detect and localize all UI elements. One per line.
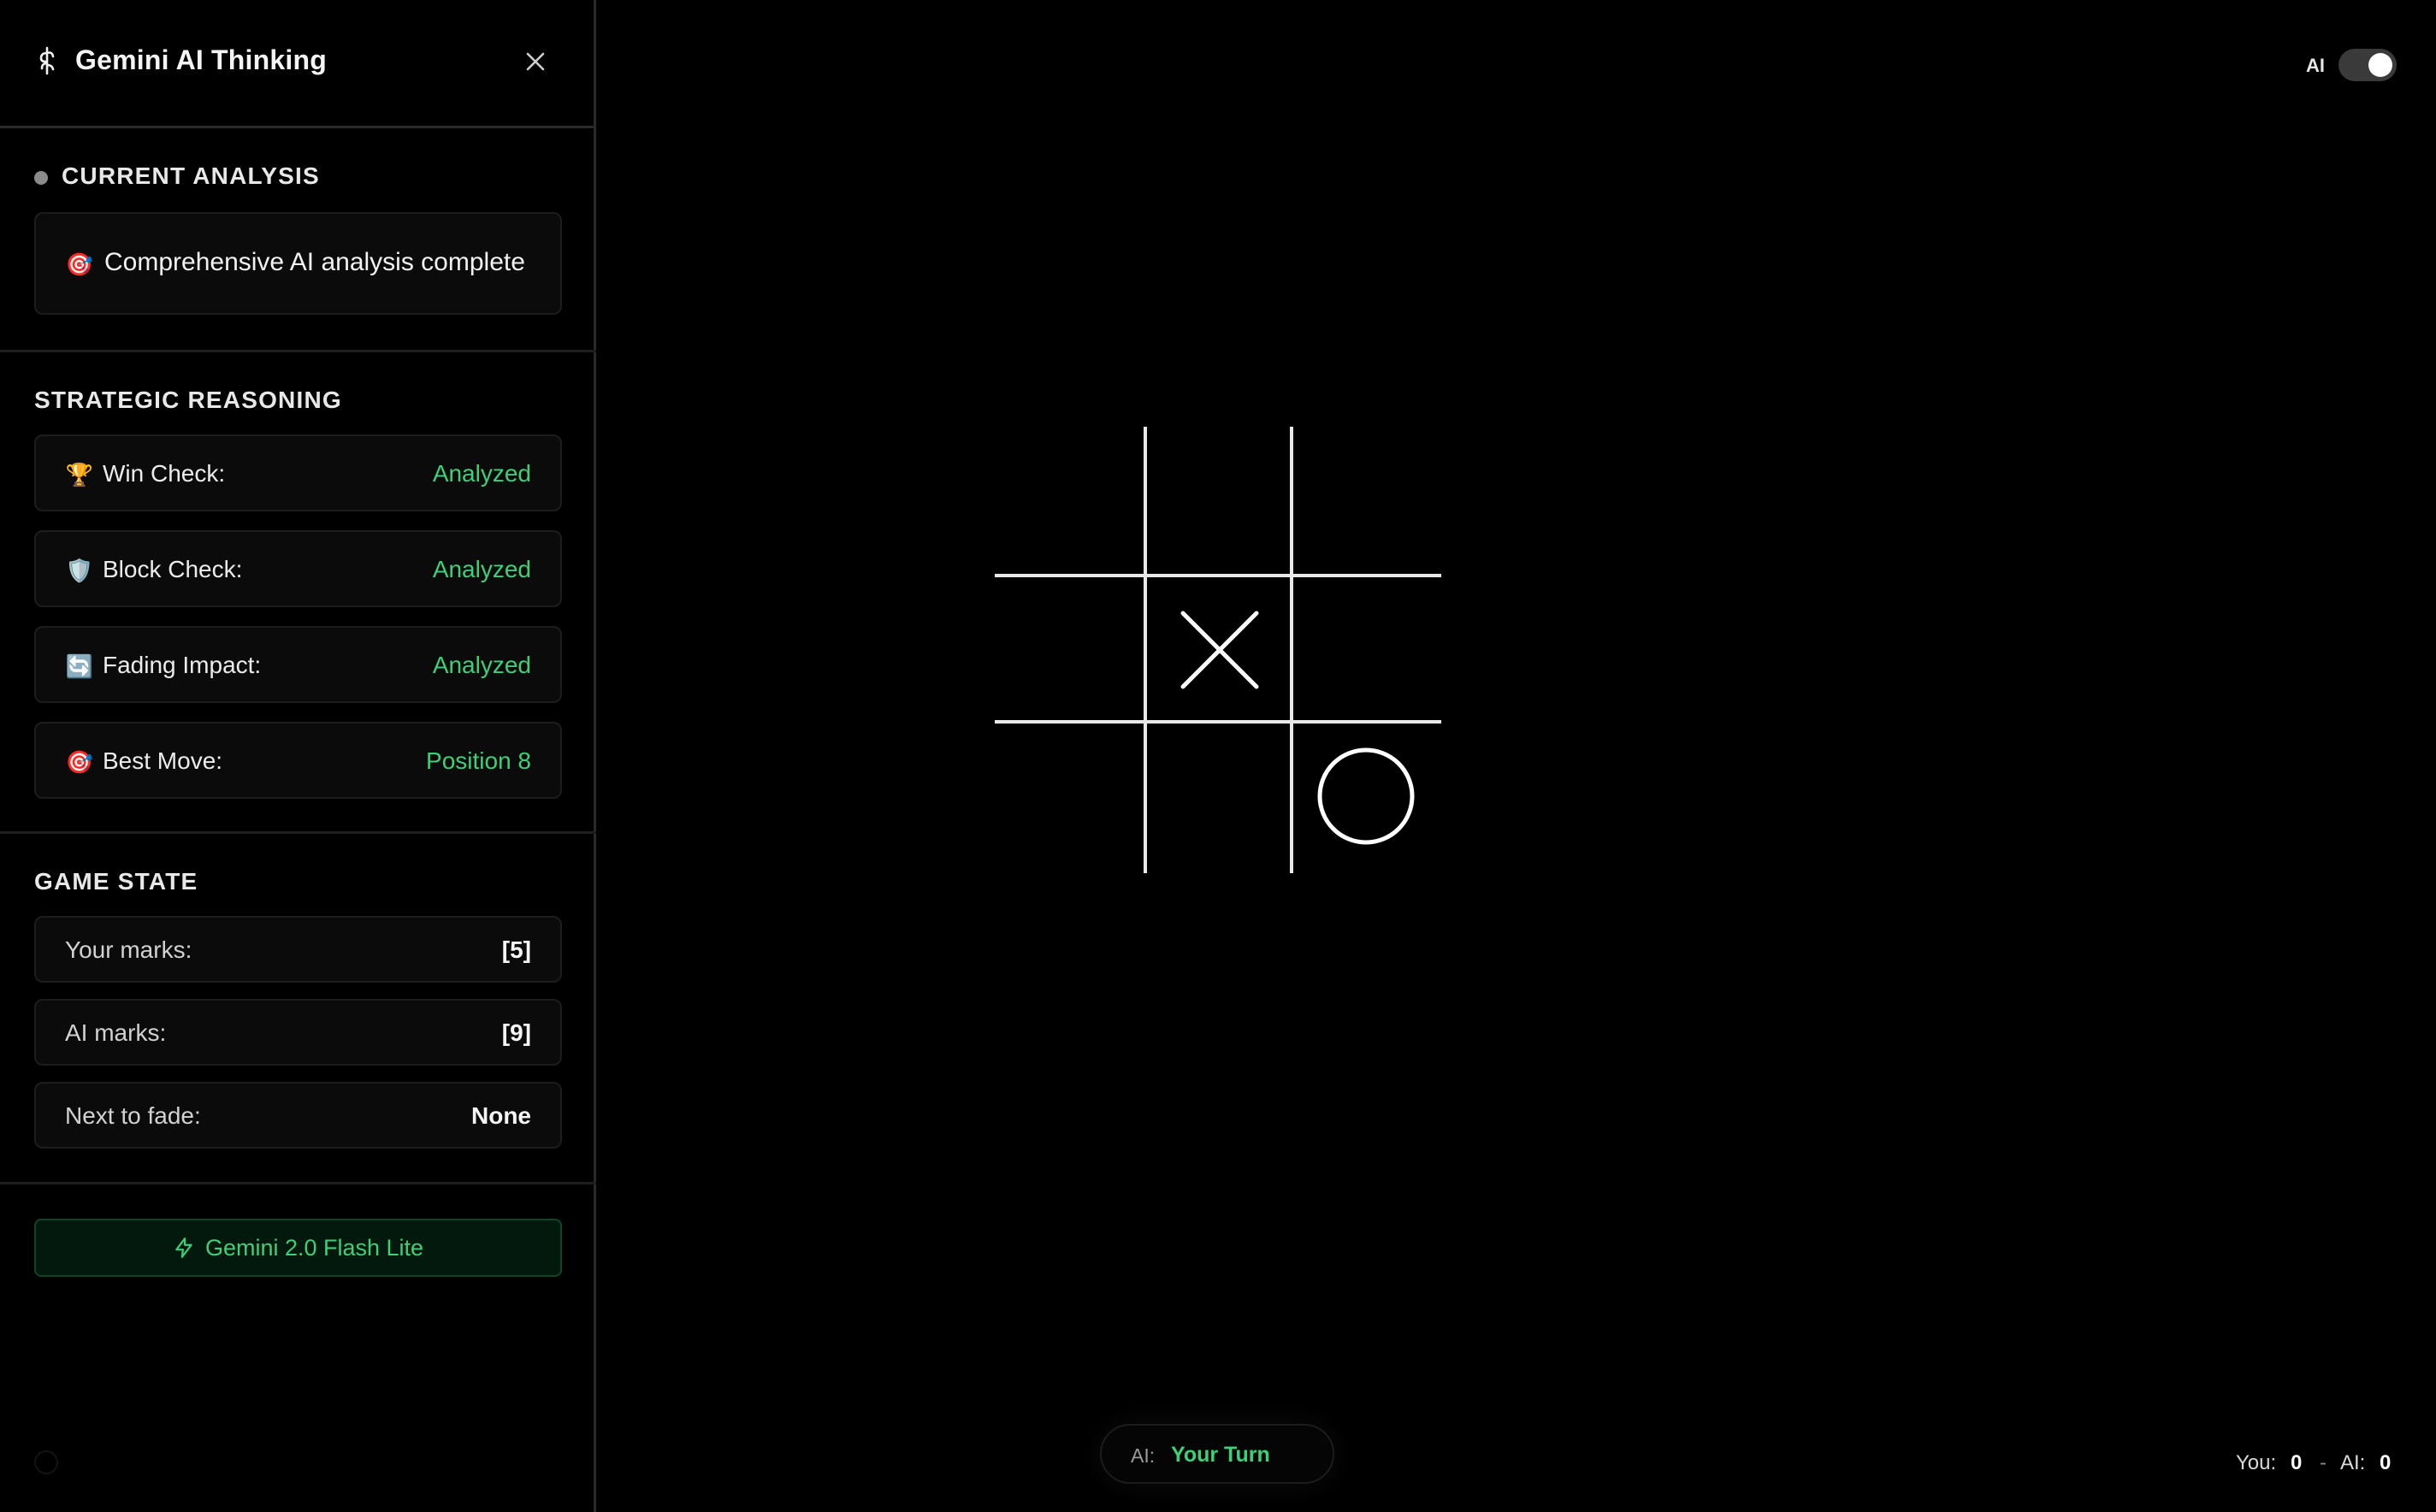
board-cell-1[interactable] [1147, 428, 1292, 574]
reasoning-value: Analyzed [432, 460, 531, 487]
current-analysis-section: CURRENT ANALYSIS 🎯 Comprehensive AI anal… [0, 128, 596, 352]
board-cell-0[interactable] [996, 428, 1142, 574]
reasoning-value: Analyzed [432, 556, 531, 582]
score-ai-value: 0 [2380, 1451, 2392, 1474]
game-state-value: [9] [501, 1019, 531, 1046]
board-cell-6[interactable] [996, 724, 1142, 869]
board-cell-2[interactable] [1294, 428, 1440, 574]
board-cell-3[interactable] [996, 577, 1142, 723]
reasoning-item-win-check: 🏆 Win Check: Analyzed [34, 434, 562, 511]
ai-thinking-sidebar: Gemini AI Thinking CURRENT ANALYSIS 🎯 Co… [0, 0, 596, 1512]
reasoning-item-block-check: 🛡️ Block Check: Analyzed [34, 530, 562, 607]
model-button[interactable]: Gemini 2.0 Flash Lite [34, 1219, 562, 1277]
faint-indicator-icon [34, 1450, 58, 1474]
target-icon: 🎯 [65, 749, 94, 775]
x-mark [1180, 611, 1259, 689]
current-analysis-text: Comprehensive AI analysis complete [104, 248, 525, 276]
turn-status-pill: AI: Your Turn [1100, 1424, 1334, 1484]
toggle-knob [2368, 53, 2392, 77]
game-state-your-marks: Your marks: [5] [34, 916, 562, 983]
reasoning-item-fading-impact: 🔄 Fading Impact: Analyzed [34, 626, 562, 703]
trophy-icon: 🏆 [65, 462, 94, 487]
reasoning-value: Position 8 [426, 747, 531, 774]
reasoning-label: Block Check: [103, 556, 243, 582]
game-state-label: AI marks: [65, 1019, 167, 1046]
strategic-reasoning-heading: STRATEGIC REASONING [34, 387, 342, 413]
model-button-label: Gemini 2.0 Flash Lite [204, 1234, 424, 1261]
thinking-icon [39, 46, 55, 75]
score-you-value: 0 [2291, 1451, 2303, 1474]
status-value: Your Turn [1171, 1443, 1270, 1467]
status-label: AI: [1131, 1444, 1156, 1467]
reasoning-label: Best Move: [103, 747, 223, 774]
board-cell-8[interactable] [1294, 724, 1440, 869]
board-cell-7[interactable] [1147, 724, 1292, 869]
game-state-value: [5] [501, 936, 531, 963]
board-cell-5[interactable] [1294, 577, 1440, 723]
score-ai-label: AI: [2340, 1451, 2366, 1474]
target-icon: 🎯 [65, 251, 94, 277]
game-state-label: Your marks: [65, 936, 192, 963]
close-icon[interactable] [518, 44, 553, 79]
lightning-icon [175, 1237, 192, 1258]
reasoning-label: Fading Impact: [103, 652, 262, 678]
game-state-value: None [471, 1102, 531, 1129]
game-state-next-to-fade: Next to fade: None [34, 1082, 562, 1149]
game-state-label: Next to fade: [65, 1102, 201, 1129]
shield-icon: 🛡️ [65, 558, 94, 583]
strategic-reasoning-section: STRATEGIC REASONING 🏆 Win Check: Analyze… [0, 352, 596, 834]
app-root: Gemini AI Thinking CURRENT ANALYSIS 🎯 Co… [0, 0, 2436, 1512]
reasoning-item-best-move: 🎯 Best Move: Position 8 [34, 722, 562, 799]
reasoning-value: Analyzed [432, 652, 531, 678]
game-board [995, 427, 1441, 873]
reasoning-label: Win Check: [103, 460, 226, 487]
current-analysis-heading: CURRENT ANALYSIS [62, 162, 320, 189]
ai-toggle-switch[interactable] [2338, 49, 2397, 81]
board-cell-4[interactable] [1147, 577, 1292, 723]
score-separator: - [2320, 1451, 2327, 1474]
game-state-heading: GAME STATE [34, 868, 198, 895]
score-you-label: You: [2236, 1451, 2277, 1474]
ai-toggle-label: AI [2306, 55, 2325, 76]
analysis-status-dot [34, 171, 48, 185]
game-state-ai-marks: AI marks: [9] [34, 999, 562, 1066]
refresh-icon: 🔄 [65, 653, 94, 679]
game-state-section: GAME STATE Your marks: [5] AI marks: [9]… [0, 834, 596, 1184]
o-mark [1317, 747, 1415, 845]
sidebar-header: Gemini AI Thinking [0, 0, 596, 128]
sidebar-title: Gemini AI Thinking [75, 44, 327, 75]
current-analysis-card: 🎯 Comprehensive AI analysis complete [34, 212, 562, 315]
